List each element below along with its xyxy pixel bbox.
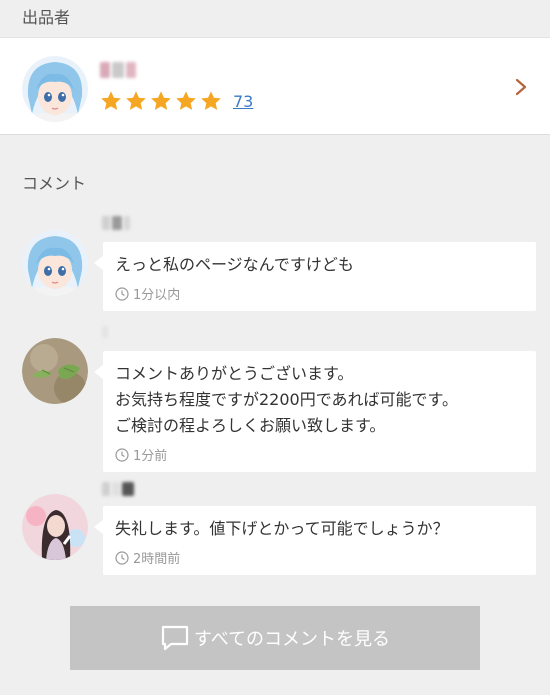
seller-section-label: 出品者 <box>22 8 71 27</box>
comment-time-text: 1分前 <box>133 449 168 464</box>
comment-time: 1分以内 <box>115 284 524 303</box>
star-icon <box>176 91 196 110</box>
comment-time: 1分前 <box>115 445 524 464</box>
view-all-comments-label: すべてのコメントを見る <box>193 629 391 650</box>
rating-count-link[interactable]: 73 <box>233 92 253 111</box>
commenter-avatar[interactable] <box>22 230 88 296</box>
comment-bubble: 失礼します。値下げとかって可能でしょうか？ 2時間前 <box>94 506 536 575</box>
comment-text: 失礼します。値下げとかって可能でしょうか？ <box>115 519 449 538</box>
seller-card[interactable]: 73 <box>0 37 550 135</box>
commenter-avatar[interactable] <box>22 494 88 560</box>
commenter-avatar[interactable] <box>22 338 88 404</box>
view-all-comments-button[interactable]: すべてのコメントを見る <box>70 606 480 670</box>
comment-text: えっと私のページなんですけども <box>115 255 354 274</box>
comment-text: コメントありがとうございます。 お気持ち程度ですが2200円であれば可能です。 … <box>115 364 458 435</box>
comment-bubble: えっと私のページなんですけども 1分以内 <box>94 242 536 311</box>
clock-icon <box>115 550 129 565</box>
seller-name-blurred <box>100 62 136 78</box>
star-icon <box>201 91 221 110</box>
seller-avatar[interactable] <box>22 56 88 122</box>
clock-icon <box>115 447 129 462</box>
clock-icon <box>115 286 129 301</box>
star-icon <box>151 91 171 110</box>
seller-rating: 73 <box>100 90 253 112</box>
commenter-name-blurred <box>102 216 130 230</box>
chevron-right-icon[interactable] <box>514 78 528 96</box>
comment-time: 2時間前 <box>115 548 524 567</box>
comments-section-label: コメント <box>22 174 87 193</box>
comment-time-text: 1分以内 <box>133 288 181 303</box>
star-icon <box>101 91 121 110</box>
comment-time-text: 2時間前 <box>133 552 181 567</box>
commenter-name-blurred <box>102 482 134 496</box>
star-icon <box>126 91 146 110</box>
commenter-name-blurred <box>102 326 108 338</box>
chat-bubble-icon <box>161 625 189 651</box>
comment-bubble: コメントありがとうございます。 お気持ち程度ですが2200円であれば可能です。 … <box>94 351 536 472</box>
